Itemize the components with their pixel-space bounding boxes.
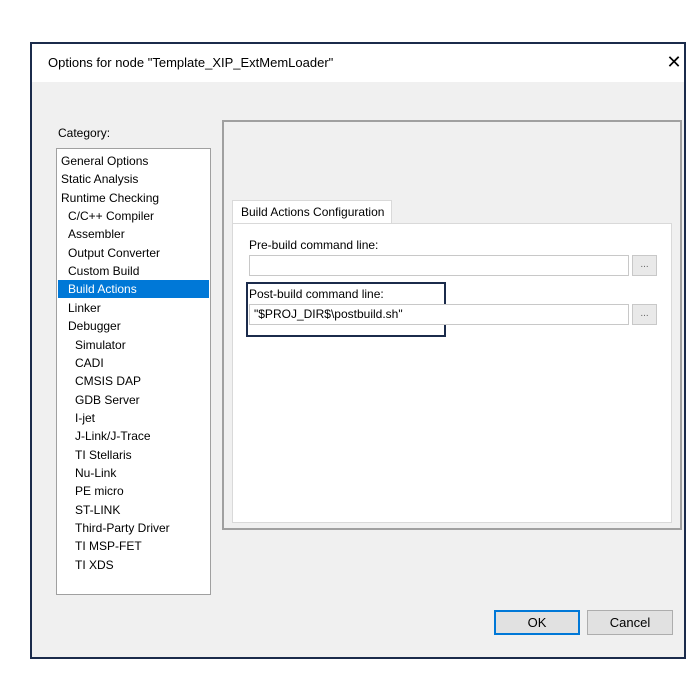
category-item[interactable]: General Options (58, 152, 209, 170)
options-dialog: Options for node "Template_XIP_ExtMemLoa… (30, 42, 686, 659)
category-item[interactable]: Static Analysis (58, 170, 209, 188)
prebuild-browse-button[interactable]: ... (632, 255, 657, 276)
category-label: Category: (58, 126, 111, 140)
postbuild-input[interactable]: "$PROJ_DIR$\postbuild.sh" (249, 304, 629, 325)
tab-build-actions-configuration[interactable]: Build Actions Configuration (232, 200, 392, 224)
title-bar: Options for node "Template_XIP_ExtMemLoa… (32, 44, 684, 82)
dialog-title: Options for node "Template_XIP_ExtMemLoa… (48, 55, 334, 70)
category-item[interactable]: Nu-Link (58, 464, 209, 482)
category-item[interactable]: J-Link/J-Trace (58, 427, 209, 445)
postbuild-label: Post-build command line: (249, 287, 384, 301)
category-item[interactable]: I-jet (58, 409, 209, 427)
category-list[interactable]: General Options Static Analysis Runtime Ch… (56, 148, 211, 595)
cancel-button[interactable]: Cancel (587, 610, 673, 635)
category-item[interactable]: C/C++ Compiler (58, 207, 209, 225)
category-item[interactable]: PE micro (58, 482, 209, 500)
tab-page: Pre-build command line: ... Post-build c… (232, 223, 672, 523)
category-item[interactable]: Assembler (58, 225, 209, 243)
category-item[interactable]: GDB Server (58, 391, 209, 409)
postbuild-browse-button[interactable]: ... (632, 304, 657, 325)
category-item[interactable]: Custom Build (58, 262, 209, 280)
category-item[interactable]: ST-LINK (58, 501, 209, 519)
category-item[interactable]: Output Converter (58, 244, 209, 262)
category-item[interactable]: TI MSP-FET (58, 537, 209, 555)
options-panel: Build Actions Configuration Pre-build co… (222, 120, 682, 530)
category-item[interactable]: Build Actions (58, 280, 209, 299)
category-item[interactable]: TI Stellaris (58, 446, 209, 464)
prebuild-input[interactable] (249, 255, 629, 276)
category-item[interactable]: CMSIS DAP (58, 372, 209, 390)
ok-button[interactable]: OK (494, 610, 580, 635)
category-item[interactable]: Debugger (58, 317, 209, 335)
close-icon[interactable]: ✕ (664, 52, 684, 73)
category-item[interactable]: TI XDS (58, 556, 209, 574)
prebuild-label: Pre-build command line: (249, 238, 379, 252)
category-item[interactable]: Simulator (58, 336, 209, 354)
category-item[interactable]: Linker (58, 299, 209, 317)
category-item[interactable]: Third-Party Driver (58, 519, 209, 537)
category-item[interactable]: CADI (58, 354, 209, 372)
category-item[interactable]: Runtime Checking (58, 189, 209, 207)
